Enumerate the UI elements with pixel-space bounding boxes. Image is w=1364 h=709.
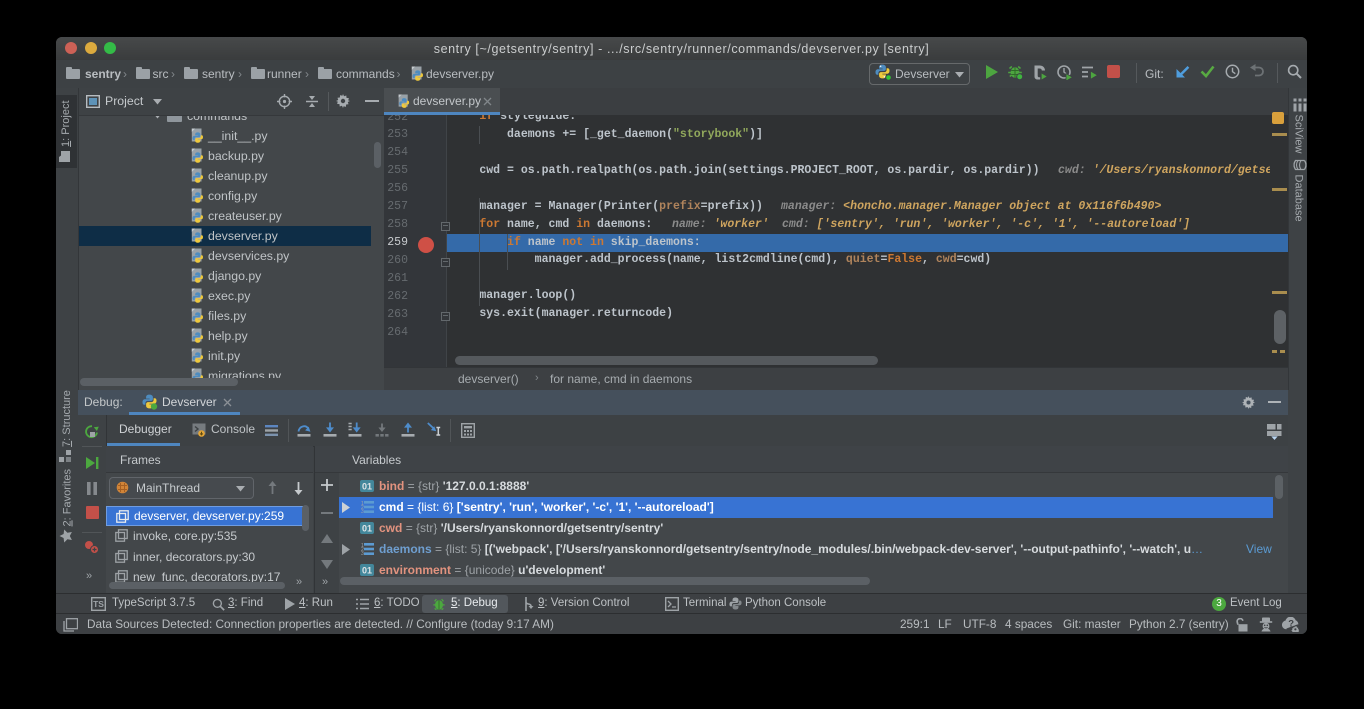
svg-text:3: 3 <box>361 551 364 556</box>
svg-text:01: 01 <box>362 524 372 534</box>
svg-text:TS: TS <box>93 599 104 609</box>
svg-text:01: 01 <box>362 566 372 576</box>
svg-text:01: 01 <box>362 482 372 492</box>
svg-text:?: ? <box>1288 619 1294 630</box>
svg-text:3: 3 <box>361 509 364 514</box>
